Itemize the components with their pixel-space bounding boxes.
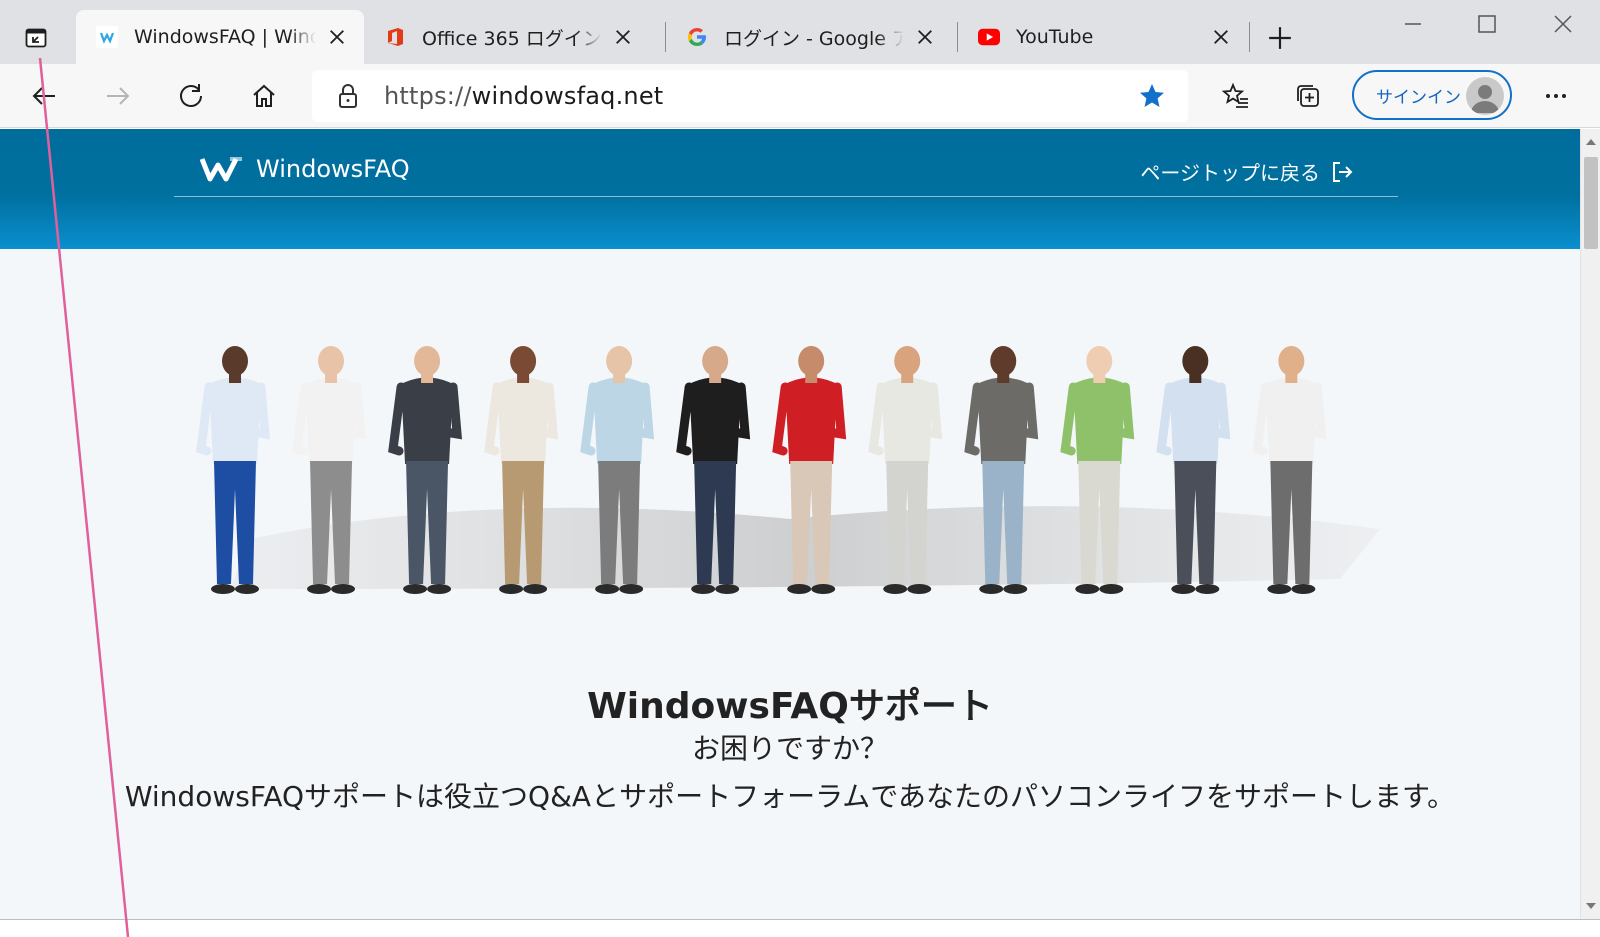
settings-more-button[interactable] xyxy=(1534,74,1578,118)
scroll-up-arrow-icon[interactable] xyxy=(1586,139,1596,145)
site-brand-name: WindowsFAQ xyxy=(256,155,410,183)
site-header: WindowsFAQ ページトップに戻る xyxy=(0,129,1580,249)
back-button[interactable] xyxy=(22,74,66,118)
address-bar[interactable]: https://windowsfaq.net xyxy=(312,70,1188,122)
maximize-button[interactable] xyxy=(1462,6,1512,42)
new-tab-button[interactable] xyxy=(1262,20,1298,56)
arrow-right-icon xyxy=(107,87,130,105)
tab-google-login[interactable]: ログイン - Google アカウント xyxy=(666,10,952,64)
home-button[interactable] xyxy=(242,74,286,118)
tab-office365[interactable]: Office 365 ログイン | Microsoft xyxy=(364,10,650,64)
header-divider xyxy=(174,196,1398,197)
tab-actions-icon xyxy=(25,28,47,48)
back-to-top-label: ページトップに戻る xyxy=(1140,161,1320,185)
windowsfaq-logo-icon xyxy=(200,157,242,182)
home-icon xyxy=(253,84,275,107)
collections-icon xyxy=(1297,85,1319,107)
signin-button[interactable]: サインイン xyxy=(1352,70,1512,120)
window-frame-bottom xyxy=(0,919,1600,937)
url-text[interactable]: https://windowsfaq.net xyxy=(384,82,663,110)
collections-button[interactable] xyxy=(1286,74,1330,118)
more-dots-icon xyxy=(1546,94,1566,98)
close-icon[interactable] xyxy=(610,24,636,50)
tab-strip: WindowsFAQ | Windows Office 365 ログイン | M… xyxy=(0,0,1600,64)
browser-toolbar: https://windowsfaq.net サインイン xyxy=(0,64,1600,128)
close-icon[interactable] xyxy=(1208,24,1234,50)
signin-label: サインイン xyxy=(1376,87,1461,108)
scroll-down-arrow-icon[interactable] xyxy=(1586,903,1596,909)
favorites-button[interactable] xyxy=(1214,74,1258,118)
vertical-scrollbar[interactable] xyxy=(1580,129,1600,919)
tab-separator xyxy=(1249,22,1250,52)
favorite-star-icon[interactable] xyxy=(1138,82,1166,110)
url-host: windowsfaq.net xyxy=(471,82,664,110)
maximize-icon xyxy=(1478,15,1496,33)
exit-arrow-icon xyxy=(1333,161,1353,182)
favorites-list-icon xyxy=(1222,82,1248,108)
close-icon xyxy=(1554,15,1572,33)
user-avatar-icon xyxy=(1471,85,1499,113)
plus-icon xyxy=(1269,27,1291,49)
hero-title: WindowsFAQサポート xyxy=(587,686,993,727)
tab-youtube[interactable]: YouTube xyxy=(958,10,1248,64)
page-viewport: WindowsFAQ ページトップに戻る WindowsFAQサポート お困りで… xyxy=(0,129,1580,919)
site-logo[interactable]: WindowsFAQ xyxy=(200,155,410,183)
refresh-icon xyxy=(180,84,202,107)
hero-people-illustration xyxy=(196,346,1380,594)
tab-title: WindowsFAQ | Windows xyxy=(134,26,316,48)
avatar xyxy=(1466,77,1504,115)
forward-button[interactable] xyxy=(96,74,140,118)
hero-subtitle: お困りですか？ xyxy=(691,732,888,765)
url-scheme: https:// xyxy=(384,82,472,110)
close-window-button[interactable] xyxy=(1538,6,1588,42)
office-favicon-icon xyxy=(384,26,406,48)
minimize-icon xyxy=(1405,23,1421,25)
close-icon[interactable] xyxy=(324,24,350,50)
tab-title: Office 365 ログイン | Microsoft xyxy=(422,27,602,50)
youtube-favicon-icon xyxy=(978,26,1000,48)
tab-title: ログイン - Google アカウント xyxy=(724,27,904,50)
hero-description: WindowsFAQサポートは役立つQ&Aとサポートフォーラムであなたのパソコン… xyxy=(124,780,1456,813)
lock-icon[interactable] xyxy=(334,82,362,110)
close-icon[interactable] xyxy=(912,24,938,50)
tab-actions-menu-button[interactable] xyxy=(16,20,56,56)
google-favicon-icon xyxy=(686,26,708,48)
tab-windowsfaq[interactable]: WindowsFAQ | Windows xyxy=(76,10,364,64)
windowsfaq-favicon-icon xyxy=(96,26,118,48)
refresh-button[interactable] xyxy=(169,74,213,118)
back-to-top-link[interactable]: ページトップに戻る xyxy=(1140,157,1354,186)
scrollbar-thumb[interactable] xyxy=(1584,157,1598,249)
tab-title: YouTube xyxy=(1016,26,1094,48)
arrow-left-icon xyxy=(32,87,55,105)
minimize-button[interactable] xyxy=(1388,6,1438,42)
